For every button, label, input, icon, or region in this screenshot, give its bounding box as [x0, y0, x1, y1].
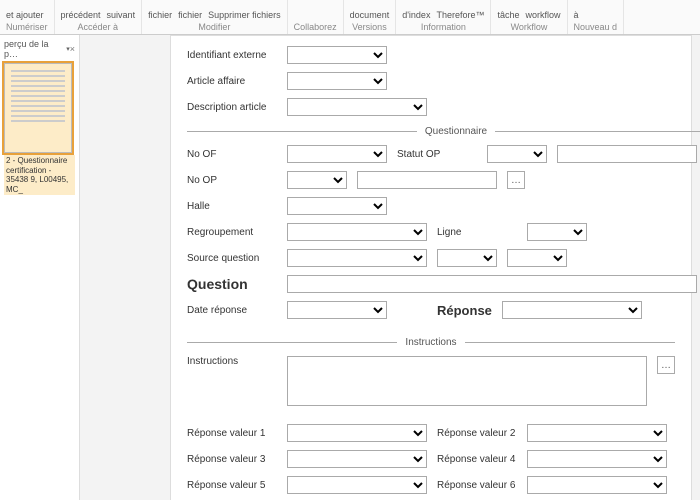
halle-label: Halle [187, 201, 277, 212]
statut-op-text[interactable] [557, 145, 697, 163]
ribbon-group: fichier fichier Supprimer fichiers Modifier [142, 0, 288, 34]
ribbon-group: d'index Therefore™ Information [396, 0, 491, 34]
thumbnail-panel-title: perçu de la p… ▾ × [4, 39, 75, 59]
rv5-label: Réponse valeur 5 [187, 480, 277, 491]
instructions-textarea[interactable] [287, 356, 647, 406]
thumb-preview-lines [11, 70, 65, 146]
ribbon-group-label: Workflow [497, 22, 560, 32]
identifiant-externe-label: Identifiant externe [187, 50, 277, 61]
description-article-select[interactable] [287, 98, 427, 116]
ribbon-group-label: Collaborez [294, 22, 337, 32]
instructions-label: Instructions [187, 356, 277, 367]
thumbnail-panel: perçu de la p… ▾ × 2 - Questionnaire cer… [0, 35, 80, 500]
ribbon-action[interactable]: tâche [497, 10, 519, 20]
source-question-select-1[interactable] [287, 249, 427, 267]
no-op-label: No OP [187, 175, 277, 186]
ribbon-action[interactable]: précédent [61, 10, 101, 20]
ribbon-action[interactable]: fichier [148, 10, 172, 20]
statut-op-select[interactable] [487, 145, 547, 163]
ribbon-group-label: Nouveau d [574, 22, 618, 32]
rv2-label: Réponse valeur 2 [437, 428, 517, 439]
ribbon-action[interactable]: Therefore™ [436, 10, 484, 20]
instructions-lookup-button[interactable]: … [657, 356, 675, 374]
ribbon-action[interactable]: workflow [526, 10, 561, 20]
index-form: Identifiant externe Article affaire Desc… [170, 35, 692, 500]
rv6-select[interactable] [527, 476, 667, 494]
ribbon-group-label: Modifier [148, 22, 281, 32]
ribbon-group: Collaborez [288, 0, 344, 34]
no-op-text[interactable] [357, 171, 497, 189]
ribbon-action[interactable]: à [574, 10, 579, 20]
question-label: Question [187, 276, 277, 292]
no-of-select[interactable] [287, 145, 387, 163]
rv3-label: Réponse valeur 3 [187, 454, 277, 465]
date-reponse-select[interactable] [287, 301, 387, 319]
ribbon-group-label: Numériser [6, 22, 48, 32]
reponse-select[interactable] [502, 301, 642, 319]
no-op-lookup-button[interactable]: … [507, 171, 525, 189]
ribbon-group: à Nouveau d [568, 0, 625, 34]
rv5-select[interactable] [287, 476, 427, 494]
rv1-select[interactable] [287, 424, 427, 442]
statut-op-label: Statut OP [397, 149, 477, 160]
ribbon: et ajouter Numériser précédent suivant Accéd… [0, 0, 700, 35]
ribbon-group-label: Information [402, 22, 484, 32]
rv3-select[interactable] [287, 450, 427, 468]
form-scroll[interactable]: Identifiant externe Article affaire Desc… [80, 35, 700, 500]
ribbon-group: précédent suivant Accéder à [55, 0, 143, 34]
question-input[interactable] [287, 275, 697, 293]
close-icon[interactable]: × [70, 44, 75, 54]
rv4-select[interactable] [527, 450, 667, 468]
halle-select[interactable] [287, 197, 387, 215]
regroupement-label: Regroupement [187, 227, 277, 238]
article-affaire-select[interactable] [287, 72, 387, 90]
no-of-label: No OF [187, 149, 277, 160]
reponse-label: Réponse [437, 303, 492, 318]
ribbon-group: et ajouter Numériser [0, 0, 55, 34]
regroupement-select[interactable] [287, 223, 427, 241]
ribbon-group: document Versions [344, 0, 397, 34]
page-thumbnail[interactable] [4, 63, 72, 153]
ribbon-group: tâche workflow Workflow [491, 0, 567, 34]
ligne-select[interactable] [527, 223, 587, 241]
source-question-select-3[interactable] [507, 249, 567, 267]
thumbnail-panel-label: perçu de la p… [4, 39, 64, 59]
article-affaire-label: Article affaire [187, 76, 277, 87]
ribbon-action[interactable]: fichier [178, 10, 202, 20]
description-article-label: Description article [187, 102, 277, 113]
instructions-legend: Instructions [397, 337, 464, 348]
source-question-select-2[interactable] [437, 249, 497, 267]
ribbon-group-label: Accéder à [61, 22, 136, 32]
rv4-label: Réponse valeur 4 [437, 454, 517, 465]
questionnaire-legend: Questionnaire [417, 126, 495, 137]
ribbon-action[interactable]: d'index [402, 10, 430, 20]
date-reponse-label: Date réponse [187, 305, 277, 316]
thumbnail-caption: 2 - Questionnaire certification - 35438 … [4, 155, 75, 195]
instructions-fieldset: Instructions Instructions … [187, 337, 675, 414]
source-question-label: Source question [187, 253, 277, 264]
identifiant-externe-select[interactable] [287, 46, 387, 64]
rv2-select[interactable] [527, 424, 667, 442]
questionnaire-fieldset: Questionnaire No OF Statut OP … No OP … [187, 126, 700, 327]
ribbon-action[interactable]: Supprimer fichiers [208, 10, 281, 20]
rv6-label: Réponse valeur 6 [437, 480, 517, 491]
ribbon-action[interactable]: suivant [107, 10, 136, 20]
main-area: perçu de la p… ▾ × 2 - Questionnaire cer… [0, 35, 700, 500]
ribbon-action[interactable]: document [350, 10, 390, 20]
ribbon-group-label: Versions [350, 22, 390, 32]
ribbon-action[interactable]: et ajouter [6, 10, 44, 20]
no-op-select[interactable] [287, 171, 347, 189]
rv1-label: Réponse valeur 1 [187, 428, 277, 439]
ligne-label: Ligne [437, 227, 517, 238]
